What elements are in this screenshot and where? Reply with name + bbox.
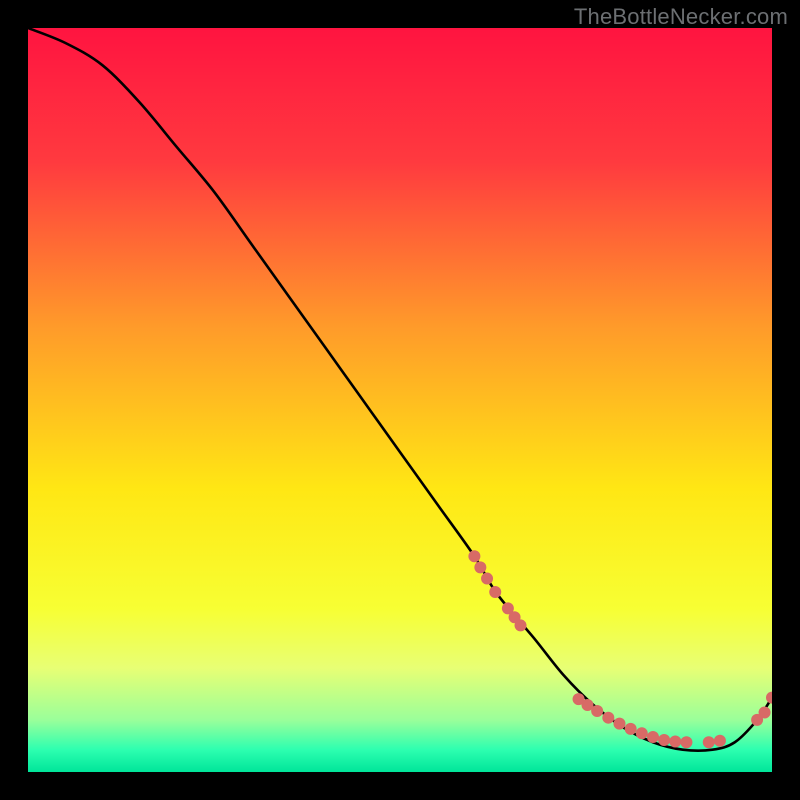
attribution-label: TheBottleNecker.com [574,4,788,30]
marker-point [613,718,625,730]
marker-point [669,735,681,747]
marker-point [680,736,692,748]
marker-point [515,619,527,631]
marker-point [658,734,670,746]
marker-point [481,573,493,585]
marker-point [468,550,480,562]
marker-point [636,727,648,739]
marker-point [759,706,771,718]
marker-point [703,736,715,748]
marker-point [647,731,659,743]
marker-point [602,712,614,724]
marker-point [489,586,501,598]
chart-frame: TheBottleNecker.com [0,0,800,800]
marker-point [625,723,637,735]
gradient-background [28,28,772,772]
bottleneck-chart [28,28,772,772]
marker-point [474,561,486,573]
marker-point [591,705,603,717]
marker-point [714,735,726,747]
